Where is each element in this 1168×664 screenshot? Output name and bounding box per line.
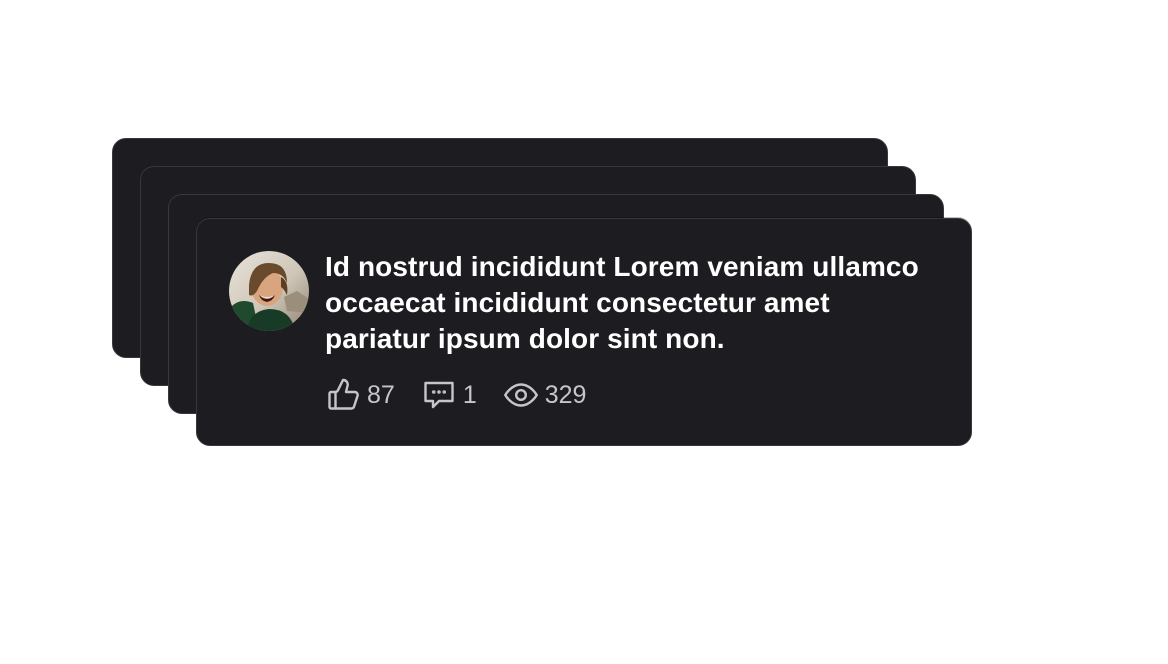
like-button[interactable]: 87 <box>325 377 395 413</box>
post-card[interactable]: Id nostrud incididunt Lorem veniam ullam… <box>196 218 972 446</box>
post-stats: 87 1 329 <box>325 375 612 415</box>
comment-icon <box>421 377 457 413</box>
view-count: 329 <box>544 381 587 409</box>
like-count: 87 <box>367 381 395 409</box>
avatar-photo <box>229 251 309 331</box>
comment-button[interactable]: 1 <box>421 377 477 413</box>
comment-count: 1 <box>462 381 477 409</box>
eye-icon <box>503 377 539 413</box>
views-indicator[interactable]: 329 <box>503 377 587 413</box>
thumbs-up-icon <box>325 377 361 413</box>
post-text: Id nostrud incididunt Lorem veniam ullam… <box>325 251 919 354</box>
notification-stack: Id nostrud incididunt Lorem veniam ullam… <box>0 0 1168 664</box>
avatar[interactable] <box>229 251 309 331</box>
